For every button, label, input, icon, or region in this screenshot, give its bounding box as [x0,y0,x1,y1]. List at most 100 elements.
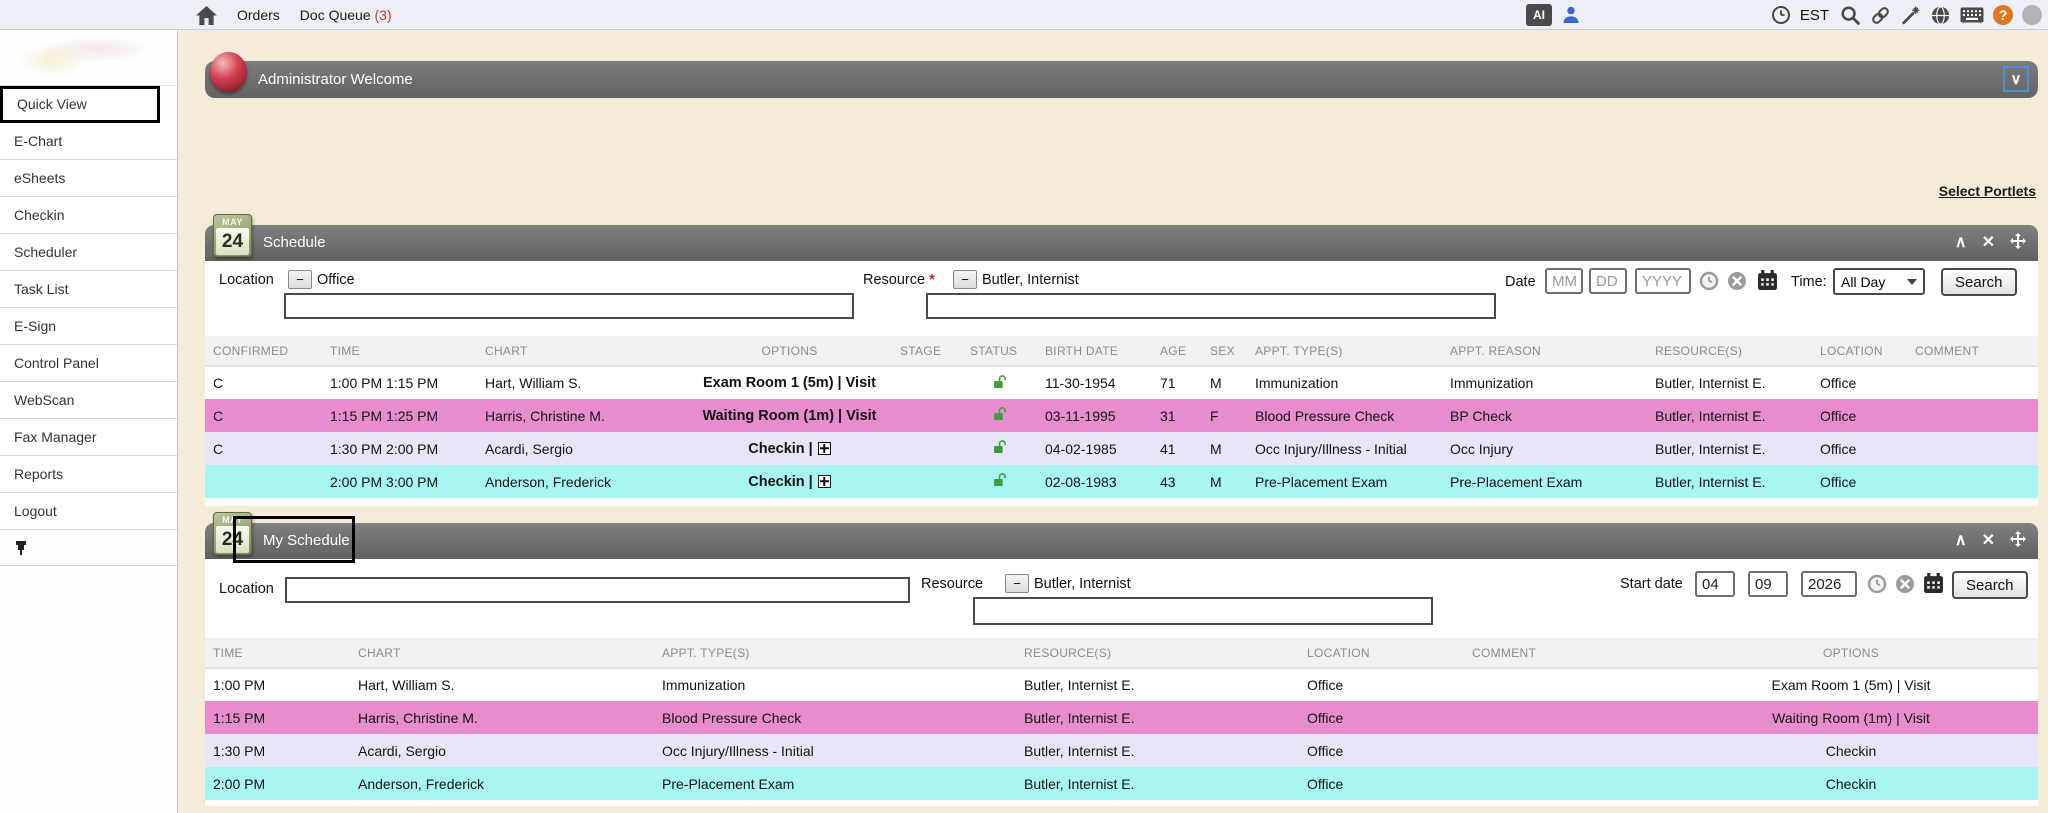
start-dd-input[interactable] [1748,571,1788,597]
date-dd-input[interactable] [1589,268,1627,294]
options-cell[interactable]: Checkin [1664,734,2038,767]
nav-orders[interactable]: Orders [237,7,280,23]
clock-icon[interactable] [1771,5,1791,25]
search-icon[interactable] [1840,5,1861,26]
col-age: AGE [1152,336,1202,366]
resource-minus-button[interactable]: − [953,270,977,289]
col-options: OPTIONS [1664,638,2038,668]
birth-date-cell: 02-08-1983 [1037,465,1152,498]
wand-icon[interactable] [1900,5,1921,26]
status-cell[interactable] [962,465,1037,498]
sidebar-item-webscan[interactable]: WebScan [0,382,177,419]
appt-reason-cell: Immunization [1442,366,1647,399]
move-icon[interactable] [2010,233,2026,253]
resource-input[interactable] [926,293,1496,319]
chart-cell[interactable]: Hart, William S. [477,366,687,399]
keyboard-icon[interactable] [1960,7,1984,23]
options-cell[interactable]: Checkin | [687,432,892,465]
help-icon[interactable]: ? [1993,5,2013,25]
collapse-icon[interactable]: ∧ [1955,533,1967,549]
schedule-search-button[interactable]: Search [1941,268,2017,296]
sidebar-item-checkin[interactable]: Checkin [0,197,177,234]
link-icon[interactable] [1870,5,1891,26]
options-links[interactable]: Waiting Room (1m) | Visit [702,408,876,424]
col-resources: RESOURCE(S) [1016,638,1299,668]
comment-cell [1464,767,1664,800]
options-cell[interactable]: Exam Room 1 (5m) | Visit [1664,668,2038,701]
sidebar-item-e-sign[interactable]: E-Sign [0,308,177,345]
sidebar-item-e-chart[interactable]: E-Chart [0,123,177,160]
date-mm-input[interactable] [1545,268,1583,294]
location-input[interactable] [285,577,910,603]
calendar-picker-icon[interactable] [1923,573,1944,599]
sidebar-item-fax-manager[interactable]: Fax Manager [0,419,177,456]
stage-cell [892,432,962,465]
options-cell[interactable]: Waiting Room (1m) | Visit [687,399,892,432]
sidebar-item-reports[interactable]: Reports [0,456,177,493]
resource-cell: Butler, Internist E. [1016,734,1299,767]
collapse-icon[interactable]: ∧ [1955,235,1967,251]
options-links[interactable]: Checkin | [748,474,813,490]
ai-badge[interactable]: AI [1526,4,1552,26]
options-cell[interactable]: Checkin | [687,465,892,498]
sidebar-item-logout[interactable]: Logout [0,493,177,530]
welcome-collapse-button[interactable]: ∨ [2003,66,2029,92]
sidebar-item-quick-view[interactable]: Quick View [0,86,160,123]
user-icon[interactable] [1561,5,1581,25]
required-asterisk: * [929,272,935,288]
chart-cell[interactable]: Anderson, Frederick [477,465,687,498]
time-picker-icon[interactable] [1699,271,1719,296]
location-input[interactable] [284,293,854,319]
options-cell[interactable]: Exam Room 1 (5m) | Visit [687,366,892,399]
sidebar-item-esheets[interactable]: eSheets [0,160,177,197]
sidebar-pin-toggle[interactable] [0,530,177,566]
nav-doc-queue[interactable]: Doc Queue (3) [300,7,392,23]
start-mm-input[interactable] [1695,571,1735,597]
chart-cell[interactable]: Acardi, Sergio [350,734,654,767]
sidebar-item-control-panel[interactable]: Control Panel [0,345,177,382]
location-selected-value: Office [317,272,355,288]
table-row: C 1:30 PM 2:00 PM Acardi, Sergio Checkin… [205,432,2038,465]
status-cell[interactable] [962,366,1037,399]
resource-input[interactable] [973,597,1433,625]
resource-minus-button[interactable]: − [1005,574,1029,593]
clear-date-icon[interactable] [1727,271,1747,296]
status-cell[interactable] [962,399,1037,432]
location-minus-button[interactable]: − [288,270,312,289]
move-icon[interactable] [2010,531,2026,551]
options-cell[interactable]: Checkin [1664,767,2038,800]
clear-date-icon[interactable] [1895,574,1915,599]
chart-cell[interactable]: Anderson, Frederick [350,767,654,800]
date-yyyy-input[interactable] [1635,268,1691,294]
sidebar-item-task-list[interactable]: Task List [0,271,177,308]
select-portlets-link[interactable]: Select Portlets [1939,183,2036,199]
calendar-picker-icon[interactable] [1757,270,1778,296]
options-cell[interactable]: Waiting Room (1m) | Visit [1664,701,2038,734]
options-links[interactable]: Exam Room 1 (5m) | Visit [703,375,876,391]
my-schedule-search-button[interactable]: Search [1952,571,2028,599]
chart-cell[interactable]: Acardi, Sergio [477,432,687,465]
sex-cell: M [1202,465,1247,498]
chart-cell[interactable]: Harris, Christine M. [477,399,687,432]
time-select[interactable]: All Day [1833,268,1925,295]
age-cell: 41 [1152,432,1202,465]
chart-cell[interactable]: Hart, William S. [350,668,654,701]
expand-plus-icon[interactable] [818,475,831,488]
time-picker-icon[interactable] [1867,574,1887,599]
sidebar-item-scheduler[interactable]: Scheduler [0,234,177,271]
home-icon[interactable] [196,6,217,25]
chart-cell[interactable]: Harris, Christine M. [350,701,654,734]
time-select-value: All Day [1841,274,1885,290]
options-links[interactable]: Checkin | [748,441,813,457]
col-birth-date: BIRTH DATE [1037,336,1152,366]
start-yyyy-input[interactable] [1801,571,1857,597]
expand-plus-icon[interactable] [818,442,831,455]
stage-cell [892,399,962,432]
close-icon[interactable]: ✕ [1982,533,1995,549]
comment-cell [1907,432,2038,465]
time-cell: 1:15 PM 1:25 PM [322,399,477,432]
time-label: Time: [1791,274,1827,290]
status-cell[interactable] [962,432,1037,465]
globe-icon[interactable] [1930,5,1951,26]
close-icon[interactable]: ✕ [1982,235,1995,251]
